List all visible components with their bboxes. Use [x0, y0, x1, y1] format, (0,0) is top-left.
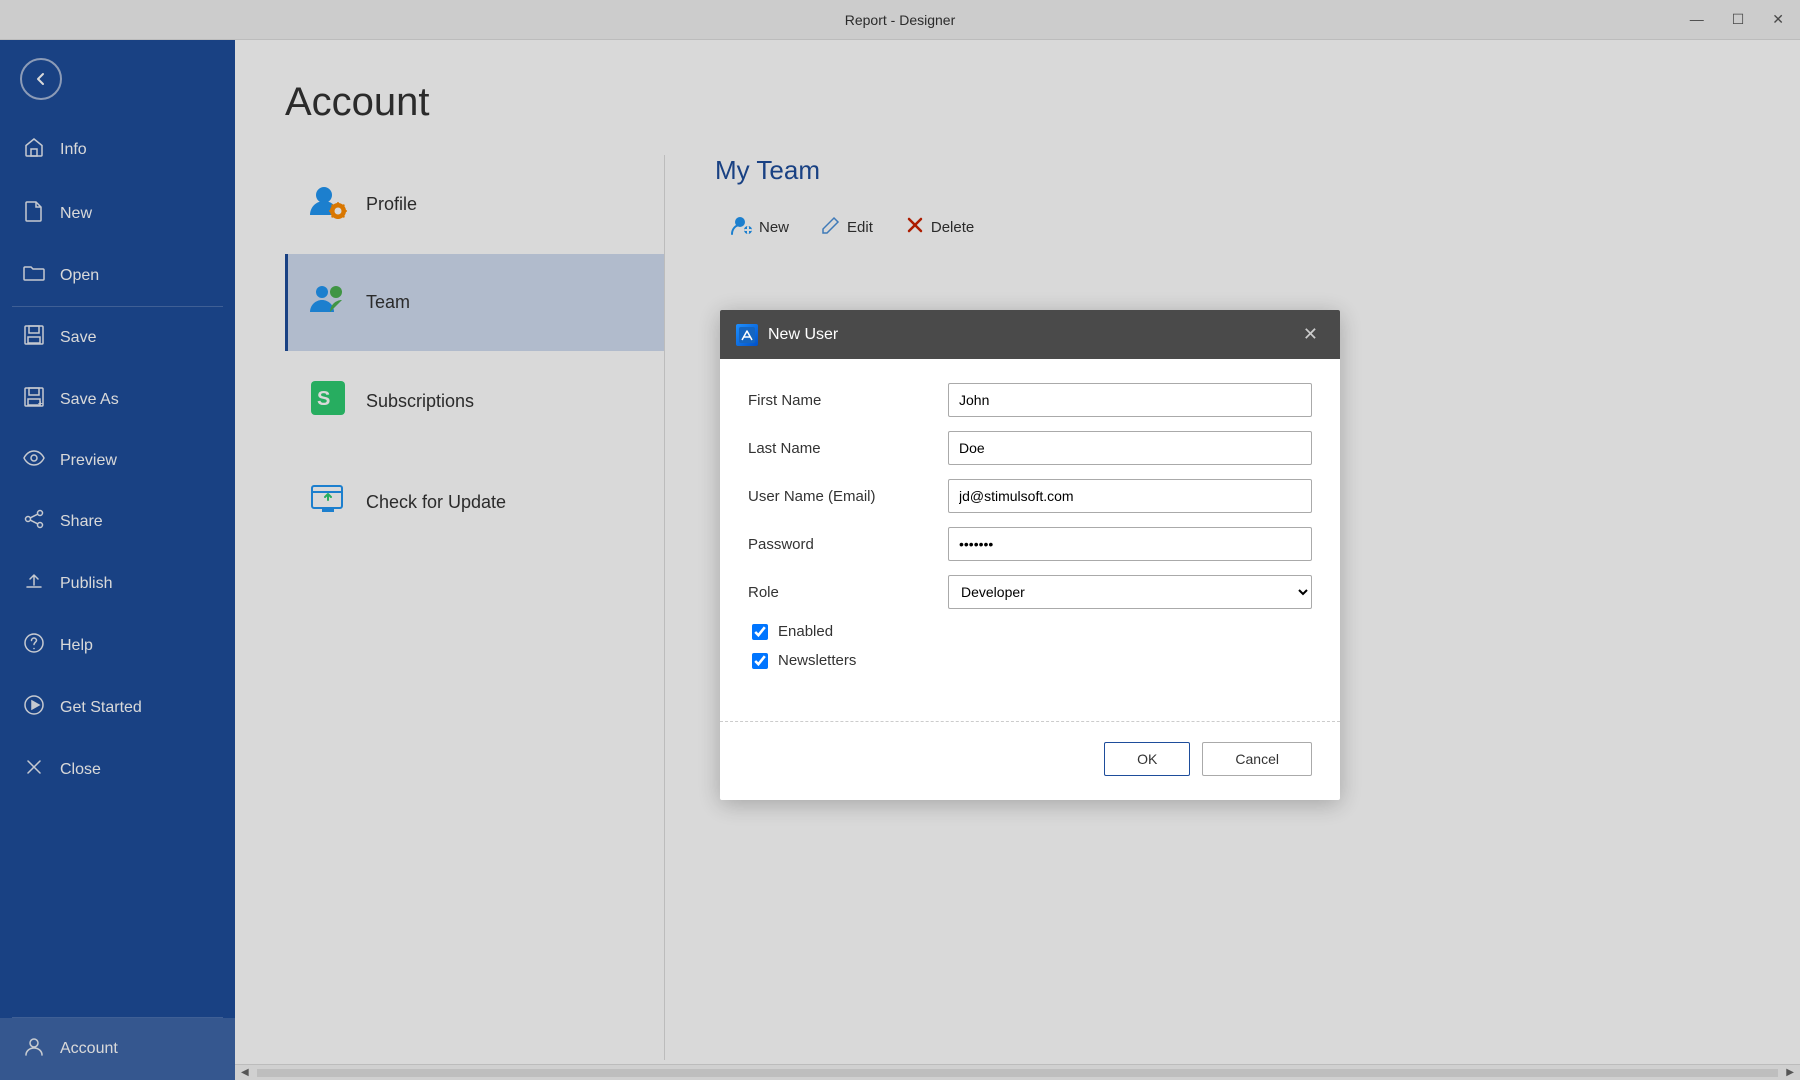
- first-name-label: First Name: [748, 392, 948, 409]
- password-label: Password: [748, 536, 948, 553]
- modal-close-button[interactable]: ✕: [1297, 322, 1324, 347]
- enabled-checkbox[interactable]: [752, 624, 768, 640]
- modal-body: First Name Last Name User Name (Email) P…: [720, 359, 1340, 705]
- first-name-row: First Name: [748, 383, 1312, 417]
- password-row: Password: [748, 527, 1312, 561]
- role-select[interactable]: Developer Designer Viewer Admin: [948, 575, 1312, 609]
- modal-header: New User ✕: [720, 310, 1340, 359]
- role-row: Role Developer Designer Viewer Admin: [748, 575, 1312, 609]
- ok-button[interactable]: OK: [1104, 742, 1190, 776]
- enabled-label: Enabled: [778, 623, 833, 640]
- modal-title-text: New User: [768, 326, 838, 344]
- newsletters-label: Newsletters: [778, 652, 856, 669]
- modal-overlay: New User ✕ First Name Last Name User Nam…: [0, 0, 1800, 1080]
- modal-footer-divider: [720, 721, 1340, 722]
- newsletters-checkbox[interactable]: [752, 653, 768, 669]
- username-input[interactable]: [948, 479, 1312, 513]
- last-name-input[interactable]: [948, 431, 1312, 465]
- newsletters-row: Newsletters: [748, 652, 1312, 669]
- modal-logo-icon: [736, 324, 758, 346]
- role-label: Role: [748, 584, 948, 601]
- first-name-input[interactable]: [948, 383, 1312, 417]
- modal-title-row: New User: [736, 324, 838, 346]
- password-input[interactable]: [948, 527, 1312, 561]
- new-user-modal: New User ✕ First Name Last Name User Nam…: [720, 310, 1340, 800]
- username-label: User Name (Email): [748, 488, 948, 505]
- last-name-row: Last Name: [748, 431, 1312, 465]
- cancel-button[interactable]: Cancel: [1202, 742, 1312, 776]
- enabled-row: Enabled: [748, 623, 1312, 640]
- last-name-label: Last Name: [748, 440, 948, 457]
- username-row: User Name (Email): [748, 479, 1312, 513]
- modal-footer: OK Cancel: [720, 742, 1340, 800]
